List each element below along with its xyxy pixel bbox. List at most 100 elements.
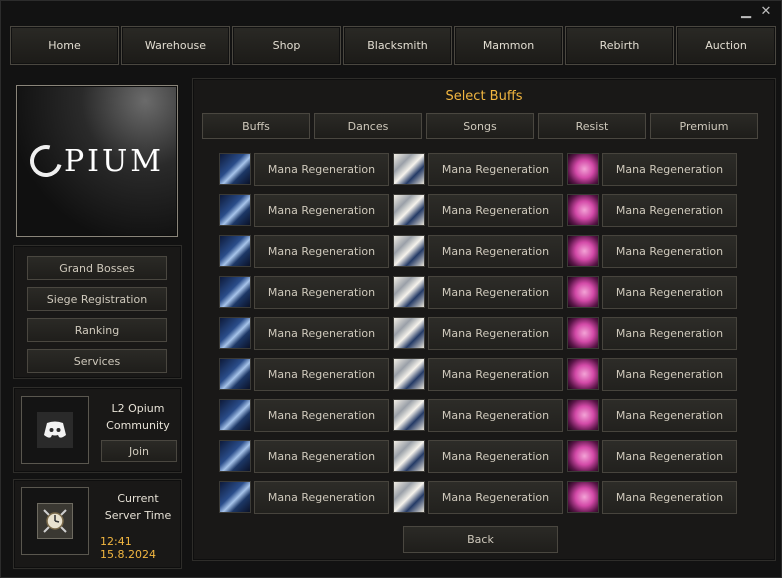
buff-button[interactable]: Mana Regeneration [428,235,563,268]
buff-button[interactable]: Mana Regeneration [254,276,389,309]
pink-buff-icon[interactable] [567,235,599,267]
logo-wordmark: PIUM [24,139,164,183]
white-buff-icon[interactable] [393,194,425,226]
buff-cell: Mana Regeneration [567,317,737,350]
buff-cell: Mana Regeneration [219,317,389,350]
blue-buff-icon[interactable] [219,194,251,226]
tab-resist[interactable]: Resist [538,113,646,139]
buff-button[interactable]: Mana Regeneration [602,235,737,268]
pink-buff-icon[interactable] [567,153,599,185]
blue-buff-icon[interactable] [219,153,251,185]
buff-row: Mana Regeneration Mana Regeneration Mana R… [219,276,741,309]
tab-buffs[interactable]: Buffs [202,113,310,139]
logo: PIUM [16,85,178,237]
pink-buff-icon[interactable] [567,317,599,349]
pink-buff-icon[interactable] [567,358,599,390]
buff-button[interactable]: Mana Regeneration [602,399,737,432]
buff-button[interactable]: Mana Regeneration [428,358,563,391]
server-time-label-1: Current [117,492,159,505]
buff-button[interactable]: Mana Regeneration [602,194,737,227]
pink-buff-icon[interactable] [567,481,599,513]
buff-cell: Mana Regeneration [567,276,737,309]
blue-buff-icon[interactable] [219,440,251,472]
buff-button[interactable]: Mana Regeneration [428,317,563,350]
buff-button[interactable]: Mana Regeneration [428,194,563,227]
white-buff-icon[interactable] [393,358,425,390]
buff-button[interactable]: Mana Regeneration [254,235,389,268]
nav-blacksmith-button[interactable]: Blacksmith [343,26,452,65]
sidebar-item-grand-bosses[interactable]: Grand Bosses [27,256,167,280]
buff-row: Mana Regeneration Mana Regeneration Mana R… [219,235,741,268]
nav-warehouse-button[interactable]: Warehouse [121,26,230,65]
join-button[interactable]: Join [101,440,177,462]
white-buff-icon[interactable] [393,153,425,185]
buff-cell: Mana Regeneration [393,276,563,309]
buff-row: Mana Regeneration Mana Regeneration Mana R… [219,358,741,391]
buff-row: Mana Regeneration Mana Regeneration Mana R… [219,481,741,514]
white-buff-icon[interactable] [393,440,425,472]
server-time-value: 12:41 15.8.2024 [100,535,156,561]
buff-cell: Mana Regeneration [393,235,563,268]
buff-button[interactable]: Mana Regeneration [254,481,389,514]
buff-button[interactable]: Mana Regeneration [254,399,389,432]
pink-buff-icon[interactable] [567,194,599,226]
buff-button[interactable]: Mana Regeneration [428,481,563,514]
buff-button[interactable]: Mana Regeneration [428,276,563,309]
nav-auction-button[interactable]: Auction [676,26,776,65]
nav-rebirth-button[interactable]: Rebirth [565,26,674,65]
buff-button[interactable]: Mana Regeneration [254,440,389,473]
sidebar-item-services[interactable]: Services [27,349,167,373]
server-time-label-2: Server Time [104,509,172,522]
buff-button[interactable]: Mana Regeneration [254,358,389,391]
buff-cell: Mana Regeneration [219,194,389,227]
buff-button[interactable]: Mana Regeneration [602,440,737,473]
window-controls: ▁ ✕ [739,5,773,19]
minimize-icon[interactable]: ▁ [739,5,753,19]
pink-buff-icon[interactable] [567,276,599,308]
buff-button[interactable]: Mana Regeneration [602,317,737,350]
buff-button[interactable]: Mana Regeneration [602,153,737,186]
white-buff-icon[interactable] [393,481,425,513]
tab-premium[interactable]: Premium [650,113,758,139]
buff-button[interactable]: Mana Regeneration [428,440,563,473]
discord-icon-frame [21,396,89,464]
category-tabs: Buffs Dances Songs Resist Premium [202,113,758,139]
buff-button[interactable]: Mana Regeneration [428,399,563,432]
pink-buff-icon[interactable] [567,399,599,431]
buff-cell: Mana Regeneration [567,153,737,186]
nav-mammon-button[interactable]: Mammon [454,26,563,65]
blue-buff-icon[interactable] [219,481,251,513]
white-buff-icon[interactable] [393,276,425,308]
buff-button[interactable]: Mana Regeneration [602,276,737,309]
buff-button[interactable]: Mana Regeneration [254,317,389,350]
buff-cell: Mana Regeneration [567,358,737,391]
community-title: L2 Opium [111,402,165,415]
buff-cell: Mana Regeneration [393,358,563,391]
buff-button[interactable]: Mana Regeneration [254,194,389,227]
close-icon[interactable]: ✕ [759,5,773,19]
buff-button[interactable]: Mana Regeneration [428,153,563,186]
sidebar-item-ranking[interactable]: Ranking [27,318,167,342]
buff-cell: Mana Regeneration [567,235,737,268]
community-panel: L2 Opium Community Join [13,387,182,473]
tab-songs[interactable]: Songs [426,113,534,139]
white-buff-icon[interactable] [393,399,425,431]
nav-shop-button[interactable]: Shop [232,26,341,65]
buff-cell: Mana Regeneration [219,399,389,432]
blue-buff-icon[interactable] [219,235,251,267]
white-buff-icon[interactable] [393,317,425,349]
sidebar-item-siege-registration[interactable]: Siege Registration [27,287,167,311]
white-buff-icon[interactable] [393,235,425,267]
nav-home-button[interactable]: Home [10,26,119,65]
back-button[interactable]: Back [403,526,558,553]
tab-dances[interactable]: Dances [314,113,422,139]
buff-button[interactable]: Mana Regeneration [254,153,389,186]
blue-buff-icon[interactable] [219,399,251,431]
game-window: ▁ ✕ Home Warehouse Shop Blacksmith Mammo… [0,0,782,578]
pink-buff-icon[interactable] [567,440,599,472]
blue-buff-icon[interactable] [219,358,251,390]
blue-buff-icon[interactable] [219,317,251,349]
buff-button[interactable]: Mana Regeneration [602,358,737,391]
buff-button[interactable]: Mana Regeneration [602,481,737,514]
blue-buff-icon[interactable] [219,276,251,308]
